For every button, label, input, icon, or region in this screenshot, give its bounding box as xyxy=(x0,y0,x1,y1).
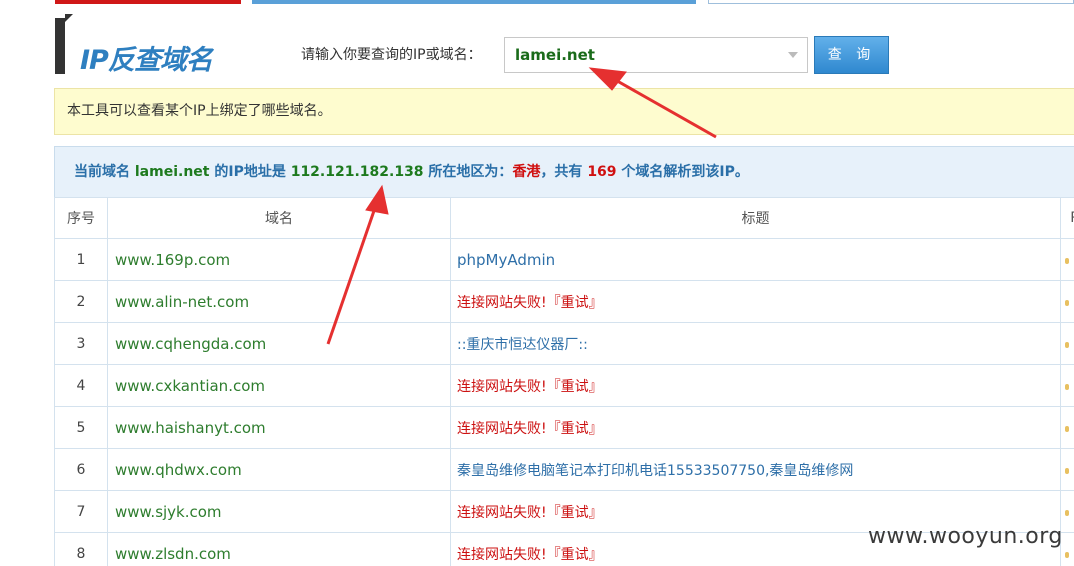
row-extra-marker-icon xyxy=(1065,551,1069,558)
row-domain-link[interactable]: www.qhdwx.com xyxy=(107,448,451,491)
result-summary: 当前域名 lamei.net 的IP地址是 112.121.182.138 所在… xyxy=(54,146,1074,198)
row-extra xyxy=(1060,364,1074,407)
row-extra-marker-icon xyxy=(1065,257,1069,264)
watermark: www.wooyun.org xyxy=(868,524,1063,549)
table-row: 6 www.qhdwx.com 秦皇岛维修电脑笔记本打印机电话15533507750… xyxy=(54,448,1074,491)
retry-link[interactable]: 『重试』 xyxy=(547,421,603,437)
result-count: 169 xyxy=(587,164,617,180)
row-extra xyxy=(1060,238,1074,281)
row-number: 2 xyxy=(54,280,108,323)
row-title-text: 连接网站失败! xyxy=(457,378,547,395)
result-prefix: 当前域名 xyxy=(74,164,135,180)
header-extra: P xyxy=(1060,197,1074,239)
result-ip: 112.121.182.138 xyxy=(290,164,424,180)
row-domain-link[interactable]: www.haishanyt.com xyxy=(107,406,451,449)
row-title: 连接网站失败!『重试』 xyxy=(450,280,1061,323)
row-extra xyxy=(1060,448,1074,491)
header-no: 序号 xyxy=(54,197,108,239)
row-domain-link[interactable]: www.cqhengda.com xyxy=(107,322,451,365)
table-header-row: 序号 域名 标题 P xyxy=(54,197,1074,239)
result-domain: lamei.net xyxy=(134,164,210,180)
table-row: 5 www.haishanyt.com 连接网站失败!『重试』 xyxy=(54,406,1074,449)
row-domain-link[interactable]: www.sjyk.com xyxy=(107,490,451,533)
result-mid2: 所在地区为： xyxy=(423,164,513,180)
retry-link[interactable]: 『重试』 xyxy=(547,505,603,521)
header-domain: 域名 xyxy=(107,197,451,239)
query-button[interactable]: 查 询 xyxy=(814,36,889,74)
row-domain-link[interactable]: www.alin-net.com xyxy=(107,280,451,323)
dropdown-caret-icon[interactable] xyxy=(788,52,798,58)
row-extra-marker-icon xyxy=(1065,509,1069,516)
row-title-text: ::重庆市恒达仪器厂:: xyxy=(457,336,588,353)
logo-notch xyxy=(65,14,73,22)
row-number: 3 xyxy=(54,322,108,365)
search-label: 请输入你要查询的IP或域名： xyxy=(301,47,482,63)
row-extra-marker-icon xyxy=(1065,467,1069,474)
header-title: 标题 xyxy=(450,197,1061,239)
row-title-text: 连接网站失败! xyxy=(457,420,547,437)
row-title-text: 连接网站失败! xyxy=(457,546,547,563)
row-extra-marker-icon xyxy=(1065,341,1069,348)
row-title: 连接网站失败!『重试』 xyxy=(450,364,1061,407)
row-title: phpMyAdmin xyxy=(450,238,1061,281)
row-title: 连接网站失败!『重试』 xyxy=(450,406,1061,449)
retry-link[interactable]: 『重试』 xyxy=(547,379,603,395)
top-strip-red-tab xyxy=(55,0,241,4)
row-extra xyxy=(1060,280,1074,323)
retry-link[interactable]: 『重试』 xyxy=(547,295,603,311)
row-extra-marker-icon xyxy=(1065,299,1069,306)
row-extra xyxy=(1060,406,1074,449)
table-row: 4 www.cxkantian.com 连接网站失败!『重试』 xyxy=(54,364,1074,407)
row-number: 7 xyxy=(54,490,108,533)
row-domain-link[interactable]: www.cxkantian.com xyxy=(107,364,451,407)
row-number: 5 xyxy=(54,406,108,449)
row-title-text: phpMyAdmin xyxy=(457,250,556,269)
result-region: 香港 xyxy=(512,164,541,180)
row-extra-marker-icon xyxy=(1065,425,1069,432)
row-number: 4 xyxy=(54,364,108,407)
result-mid3: ，共有 xyxy=(540,164,588,180)
row-title-text: 秦皇岛维修电脑笔记本打印机电话15533507750,秦皇岛维修网 xyxy=(457,462,854,479)
retry-link[interactable]: 『重试』 xyxy=(547,547,603,563)
row-domain-link[interactable]: www.169p.com xyxy=(107,238,451,281)
result-suffix: 个域名解析到该IP。 xyxy=(616,164,749,180)
table-row: 2 www.alin-net.com 连接网站失败!『重试』 xyxy=(54,280,1074,323)
table-row: 1 www.169p.com phpMyAdmin xyxy=(54,238,1074,281)
page-title: IP反查域名 xyxy=(80,45,213,76)
top-strip-blue-tab xyxy=(252,0,696,4)
search-input[interactable]: lamei.net xyxy=(504,37,808,73)
row-title: ::重庆市恒达仪器厂:: xyxy=(450,322,1061,365)
logo-bar xyxy=(55,18,65,74)
row-extra xyxy=(1060,322,1074,365)
table-row: 3 www.cqhengda.com::重庆市恒达仪器厂:: xyxy=(54,322,1074,365)
notice-banner: 本工具可以查看某个IP上绑定了哪些域名。 xyxy=(54,88,1074,135)
result-mid1: 的IP地址是 xyxy=(209,164,291,180)
row-domain-link[interactable]: www.zlsdn.com xyxy=(107,532,451,566)
row-number: 1 xyxy=(54,238,108,281)
row-title-text: 连接网站失败! xyxy=(457,294,547,311)
row-title-text: 连接网站失败! xyxy=(457,504,547,521)
row-title: 秦皇岛维修电脑笔记本打印机电话15533507750,秦皇岛维修网 xyxy=(450,448,1061,491)
row-number: 8 xyxy=(54,532,108,566)
top-strip-outline-tab xyxy=(708,0,1074,4)
row-extra-marker-icon xyxy=(1065,383,1069,390)
results-table: 序号 域名 标题 P 1www.169p.com phpMyAdmin 2www.a… xyxy=(54,197,1074,566)
top-strip xyxy=(0,0,1074,6)
row-number: 6 xyxy=(54,448,108,491)
